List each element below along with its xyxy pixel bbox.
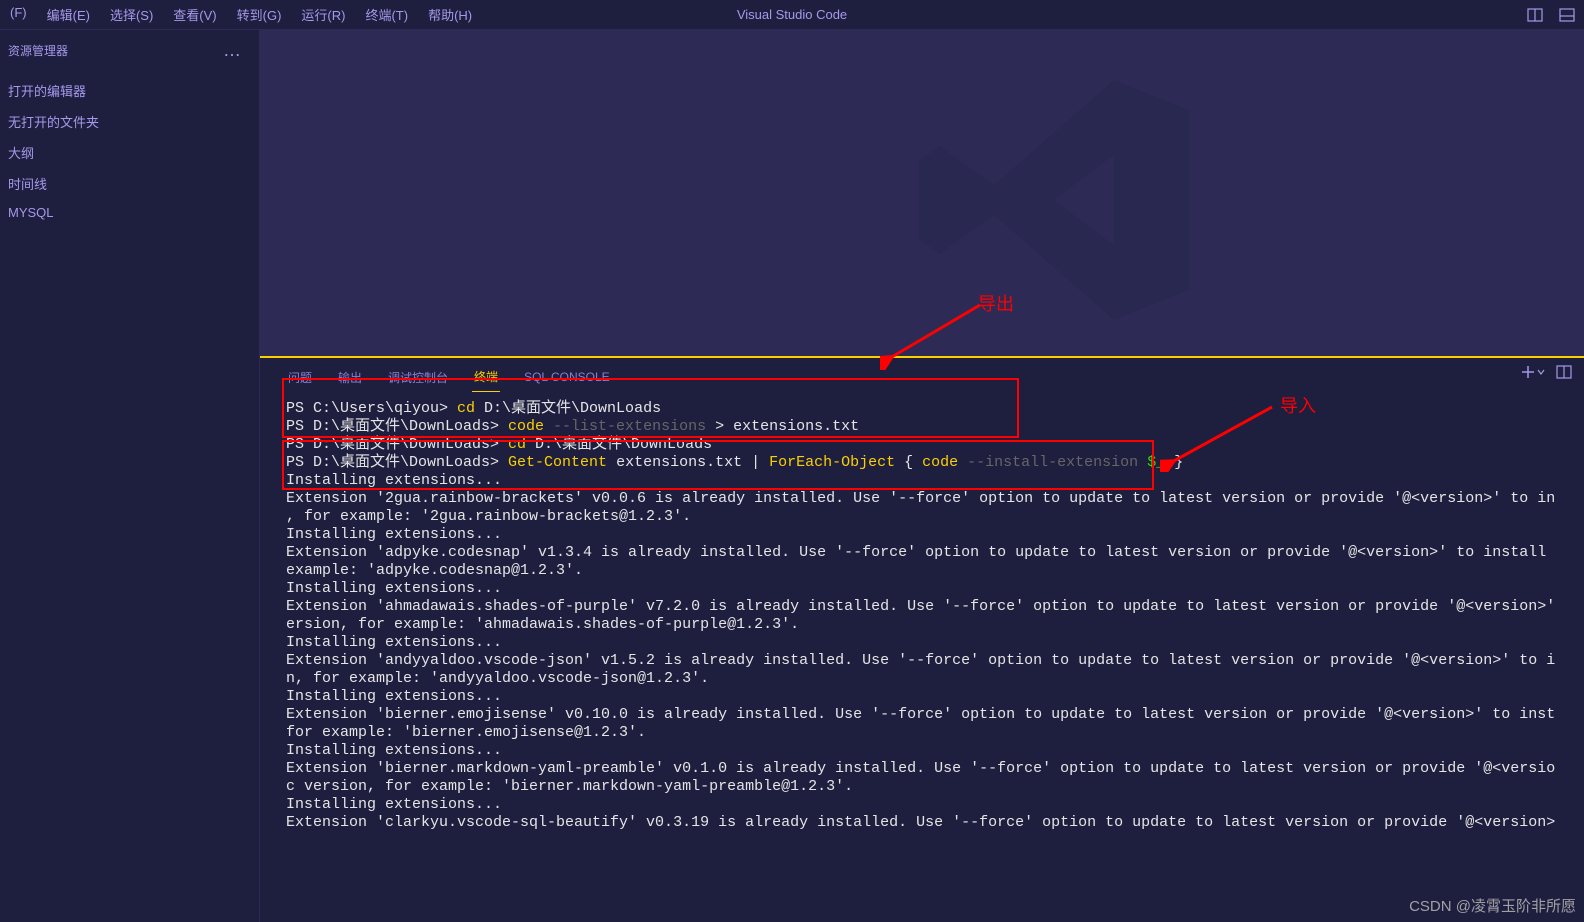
menu-run[interactable]: 运行(R) [291,1,355,28]
toggle-panel-icon[interactable] [1526,6,1544,24]
menu-file[interactable]: (F) [0,1,37,28]
menu-select[interactable]: 选择(S) [100,1,163,28]
sidebar-mysql[interactable]: MYSQL [0,199,259,226]
menu-terminal[interactable]: 终端(T) [355,1,418,28]
editor-area: 问题 输出 调试控制台 终端 SQL CONSOLE PS C:\Users\q… [260,30,1584,922]
app-title: Visual Studio Code [737,7,847,22]
sidebar-open-editors[interactable]: 打开的编辑器 [0,75,259,106]
panel-actions [1520,364,1572,380]
terminal-output[interactable]: PS C:\Users\qiyou> cd D:\桌面文件\DownLoadsP… [260,392,1584,922]
tab-output[interactable]: 输出 [336,363,364,392]
sidebar-header: 资源管理器 … [0,30,259,69]
sidebar-timeline[interactable]: 时间线 [0,168,259,199]
tab-sql-console[interactable]: SQL CONSOLE [522,364,612,390]
menu-view[interactable]: 查看(V) [163,1,226,28]
sidebar-title: 资源管理器 [8,42,68,59]
main-row: 资源管理器 … 打开的编辑器 无打开的文件夹 大纲 时间线 MYSQL 问题 输… [0,30,1584,922]
titlebar-controls [1526,6,1576,24]
menu-help[interactable]: 帮助(H) [418,1,482,28]
sidebar: 资源管理器 … 打开的编辑器 无打开的文件夹 大纲 时间线 MYSQL [0,30,260,922]
watermark: CSDN @凌霄玉阶非所愿 [1409,895,1576,916]
menu-edit[interactable]: 编辑(E) [37,1,100,28]
tab-problems[interactable]: 问题 [286,363,314,392]
toggle-sidebar-icon[interactable] [1558,6,1576,24]
sidebar-sections: 打开的编辑器 无打开的文件夹 大纲 时间线 MYSQL [0,69,259,232]
sidebar-outline[interactable]: 大纲 [0,137,259,168]
vscode-logo-icon [904,50,1204,350]
sidebar-no-folder[interactable]: 无打开的文件夹 [0,106,259,137]
panel-tabs: 问题 输出 调试控制台 终端 SQL CONSOLE [260,358,1584,392]
panel: 问题 输出 调试控制台 终端 SQL CONSOLE PS C:\Users\q… [260,358,1584,922]
menu-go[interactable]: 转到(G) [227,1,292,28]
editor-background [260,30,1584,358]
split-terminal-icon[interactable] [1556,364,1572,380]
menu-bar: (F) 编辑(E) 选择(S) 查看(V) 转到(G) 运行(R) 终端(T) … [0,1,482,28]
new-terminal-icon[interactable] [1520,364,1546,380]
tab-terminal[interactable]: 终端 [472,362,500,392]
titlebar: (F) 编辑(E) 选择(S) 查看(V) 转到(G) 运行(R) 终端(T) … [0,0,1584,30]
tab-debug[interactable]: 调试控制台 [386,363,450,392]
more-icon[interactable]: … [217,40,247,61]
